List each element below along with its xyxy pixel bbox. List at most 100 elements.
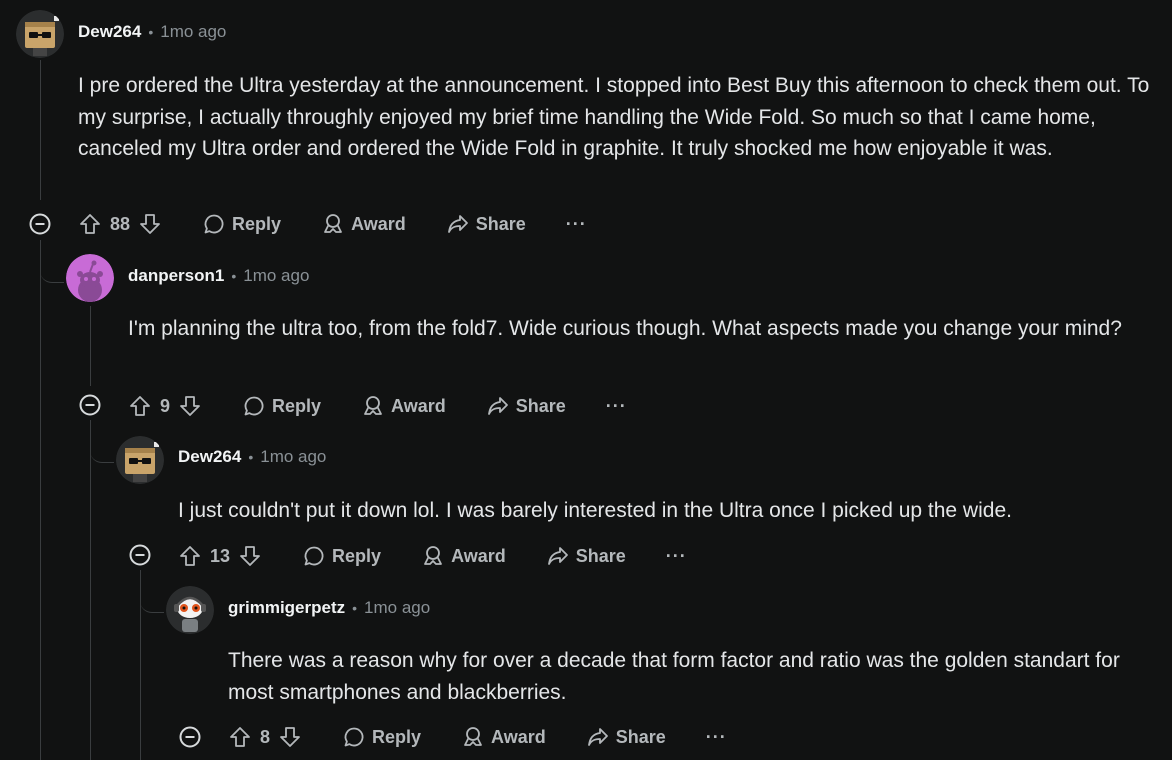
award-icon (464, 727, 482, 746)
reply-button[interactable]: Reply (342, 725, 421, 749)
share-label: Share (475, 213, 526, 234)
comment-actions: 88 Reply Award Share ··· (78, 206, 587, 242)
vote-count: 8 (260, 726, 271, 747)
more-options-button[interactable]: ··· (566, 214, 587, 235)
award-label: Award (451, 545, 506, 566)
share-button[interactable]: Share (446, 212, 526, 236)
more-options-button[interactable]: ··· (606, 396, 627, 417)
award-icon (324, 214, 342, 233)
award-button[interactable]: Award (421, 544, 506, 568)
reply-button[interactable]: Reply (242, 394, 321, 418)
vote-count: 13 (210, 545, 231, 566)
avatar[interactable] (116, 436, 164, 484)
vote-count: 9 (160, 395, 171, 416)
username[interactable]: grimmigerpetz (228, 598, 345, 618)
award-label: Award (351, 213, 406, 234)
vote-group: 13 (178, 544, 262, 568)
username[interactable]: Dew264 (178, 447, 241, 467)
vote-group: 88 (78, 212, 162, 236)
reply-label: Reply (272, 395, 322, 416)
comment-thread: Dew264 • 1mo ago I pre ordered the Ultra… (0, 0, 1172, 760)
award-label: Award (391, 395, 446, 416)
more-options-button[interactable]: ··· (666, 546, 687, 567)
timestamp[interactable]: 1mo ago (160, 22, 226, 42)
box-character-avatar-icon (16, 10, 64, 58)
more-options-button[interactable]: ··· (706, 727, 727, 748)
award-icon (424, 546, 442, 565)
reply-label: Reply (232, 213, 282, 234)
comment-header: danperson1 • 1mo ago (128, 260, 309, 292)
comment-header: Dew264 • 1mo ago (178, 441, 326, 473)
comment-actions: 9 Reply Award Share ··· (128, 388, 627, 424)
share-icon (587, 728, 608, 746)
upvote-icon[interactable] (178, 544, 202, 568)
share-icon (547, 547, 568, 565)
downvote-icon[interactable] (238, 544, 262, 568)
timestamp[interactable]: 1mo ago (364, 598, 430, 618)
thread-connector (90, 444, 114, 463)
comment-body: I just couldn't put it down lol. I was b… (178, 499, 1012, 522)
avatar[interactable] (16, 10, 64, 58)
thread-line[interactable] (90, 420, 91, 760)
comment-header: Dew264 • 1mo ago (78, 16, 226, 48)
collapse-icon[interactable] (79, 394, 101, 416)
thread-connector (40, 262, 64, 283)
avatar[interactable] (166, 586, 214, 634)
separator-dot: • (248, 449, 254, 465)
timestamp[interactable]: 1mo ago (260, 447, 326, 467)
share-label: Share (575, 545, 626, 566)
reply-icon (344, 727, 364, 747)
award-icon (364, 396, 382, 415)
reply-label: Reply (332, 545, 382, 566)
award-button[interactable]: Award (461, 725, 546, 749)
reply-button[interactable]: Reply (202, 212, 281, 236)
collapse-icon[interactable] (29, 213, 51, 235)
box-character-avatar-icon (116, 436, 164, 484)
timestamp[interactable]: 1mo ago (243, 266, 309, 286)
award-label: Award (491, 726, 546, 747)
reply-icon (204, 214, 224, 234)
username[interactable]: danperson1 (128, 266, 224, 286)
comment-body: I'm planning the ultra too, from the fol… (128, 317, 1122, 340)
comment-actions: 13 Reply Award Share ··· (178, 538, 687, 574)
separator-dot: • (148, 24, 154, 40)
vote-group: 9 (128, 394, 202, 418)
award-button[interactable]: Award (321, 212, 406, 236)
comment-body: I pre ordered the Ultra yesterday at the… (78, 74, 1150, 160)
share-button[interactable]: Share (586, 725, 666, 749)
reply-button[interactable]: Reply (302, 544, 381, 568)
vote-count: 88 (110, 213, 131, 234)
share-button[interactable]: Share (486, 394, 566, 418)
comment-body: There was a reason why for over a decade… (228, 649, 1120, 704)
upvote-icon[interactable] (228, 725, 252, 749)
share-icon (447, 215, 468, 233)
snoo-headset-avatar-icon (166, 586, 214, 634)
reply-icon (244, 396, 264, 416)
reply-label: Reply (372, 726, 422, 747)
username[interactable]: Dew264 (78, 22, 141, 42)
thread-connector (140, 594, 164, 613)
reply-icon (304, 546, 324, 566)
comment-actions: 8 Reply Award Share ··· (228, 719, 727, 755)
comment-header: grimmigerpetz • 1mo ago (228, 592, 430, 624)
thread-line[interactable] (90, 306, 91, 386)
upvote-icon[interactable] (128, 394, 152, 418)
share-button[interactable]: Share (546, 544, 626, 568)
award-button[interactable]: Award (361, 394, 446, 418)
avatar[interactable] (66, 254, 114, 302)
thread-line[interactable] (40, 60, 41, 200)
thread-line[interactable] (40, 240, 41, 760)
share-label: Share (615, 726, 666, 747)
separator-dot: • (352, 600, 358, 616)
downvote-icon[interactable] (178, 394, 202, 418)
vote-group: 8 (228, 725, 302, 749)
collapse-icon[interactable] (179, 726, 201, 748)
downvote-icon[interactable] (278, 725, 302, 749)
upvote-icon[interactable] (78, 212, 102, 236)
share-icon (487, 397, 508, 415)
snoo-avatar-icon (66, 254, 114, 302)
collapse-icon[interactable] (129, 544, 151, 566)
downvote-icon[interactable] (138, 212, 162, 236)
separator-dot: • (231, 268, 237, 284)
share-label: Share (515, 395, 566, 416)
